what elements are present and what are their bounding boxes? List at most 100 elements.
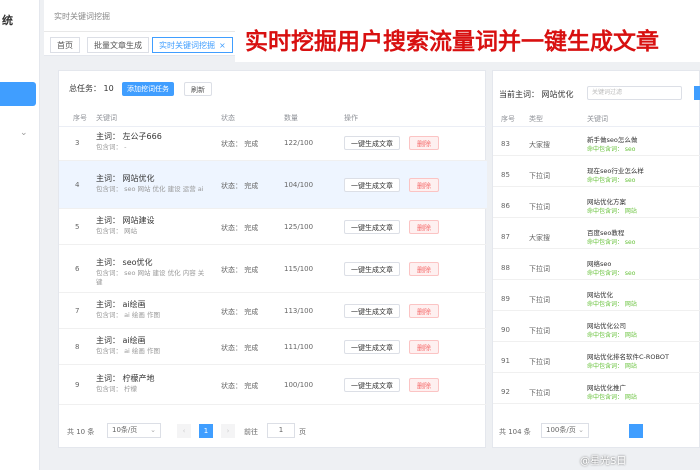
table-row[interactable]: 6 主词： seo优化 包含词： seo 网站 建设 优化 内容 关键 状态： 完成 1…	[59, 245, 487, 293]
task-total: 总任务： 10	[69, 84, 114, 93]
tab-batch-article[interactable]: 批量文章生成	[87, 37, 149, 53]
keyword-row[interactable]: 87 大家搜 百度seo教程 命中包含词： seo	[493, 224, 700, 249]
goto-unit: 页	[299, 428, 306, 436]
tab-keyword-mining[interactable]: 实时关键词挖掘 ×	[152, 37, 233, 53]
keyword-panel: 当前主词： 网站优化 关键词过滤 序号 类型 关键词 83 大家搜 新手做seo怎么…	[492, 70, 700, 448]
keyword-row-hit-tag: 命中包含词： seo	[587, 177, 636, 184]
table-row[interactable]: 3 主词： 左公子666 包含词： - 状态： 完成 122/100 一键生成文章 删除	[59, 129, 487, 161]
generate-article-button[interactable]: 一键生成文章	[344, 262, 400, 276]
sidebar-item-active[interactable]	[0, 82, 36, 106]
tab-label: 实时关键词挖掘	[159, 41, 215, 50]
row-include-words: 包含词： seo 网站 建设 优化 内容 关键	[96, 269, 205, 286]
row-index: 3	[75, 139, 80, 147]
delete-button[interactable]: 删除	[409, 262, 439, 276]
task-rows: 3 主词： 左公子666 包含词： - 状态： 完成 122/100 一键生成文章 删除 4 主…	[59, 129, 487, 415]
keyword-current-page[interactable]	[629, 424, 643, 438]
add-task-button[interactable]: 添加挖词任务	[122, 82, 174, 96]
row-index: 6	[75, 265, 80, 273]
row-count: 125/100	[284, 223, 314, 231]
delete-button[interactable]: 删除	[409, 136, 439, 150]
keyword-row-text: 新手做seo怎么做	[587, 136, 638, 144]
row-index: 4	[75, 181, 80, 189]
keyword-row-text: 网站优化公司	[587, 322, 626, 330]
row-count: 113/100	[284, 307, 314, 315]
table-row[interactable]: 9 主词： 柠檬产地 包含词： 柠檬 状态： 完成 100/100 一键生成文章 删除	[59, 365, 487, 405]
table-row[interactable]: 5 主词： 网站建设 包含词： 网站 状态： 完成 125/100 一键生成文章 删除	[59, 209, 487, 245]
row-index: 5	[75, 223, 80, 231]
keyword-row-index: 89	[501, 295, 510, 303]
generate-article-button[interactable]: 一键生成文章	[344, 136, 400, 150]
keyword-row-type: 下拉词	[529, 389, 550, 397]
row-include-words: 包含词： 柠檬	[96, 385, 138, 393]
row-index: 7	[75, 307, 80, 315]
keyword-row-text: 网站优化	[587, 291, 613, 299]
search-button[interactable]	[694, 86, 700, 100]
keyword-row[interactable]: 91 下拉词 网站优化排名软件C-ROBOT 命中包含词： 网站	[493, 348, 700, 373]
next-page-button[interactable]: ›	[221, 424, 235, 438]
overlay-banner: 实时挖掘用户搜索流量词并一键生成文章	[235, 22, 700, 62]
row-status: 状态： 完成	[221, 140, 259, 148]
generate-article-button[interactable]: 一键生成文章	[344, 378, 400, 392]
keyword-row-type: 下拉词	[529, 172, 550, 180]
keyword-row[interactable]: 89 下拉词 网站优化命中包含词： 网站	[493, 286, 700, 311]
row-status: 状态： 完成	[221, 308, 259, 316]
chevron-down-icon[interactable]: ⌄	[20, 128, 28, 138]
generate-article-button[interactable]: 一键生成文章	[344, 304, 400, 318]
row-include-words: 包含词： -	[96, 143, 127, 151]
keyword-page-size-value: 100条/页	[546, 426, 576, 434]
keyword-row[interactable]: 86 下拉词 网站优化方案 命中包含词： 网站	[493, 193, 700, 218]
goto-page-input[interactable]: 1	[267, 423, 295, 438]
current-main-word: 当前主词： 网站优化	[499, 90, 574, 99]
delete-button[interactable]: 删除	[409, 178, 439, 192]
keyword-row-hit-tag: 命中包含词： 网站	[587, 301, 637, 308]
keyword-pagination-total: 共 104 条	[499, 428, 531, 436]
keyword-row-text: 网络seo	[587, 260, 612, 268]
row-index: 8	[75, 343, 80, 351]
row-status: 状态： 完成	[221, 344, 259, 352]
keyword-row-hit-tag: 命中包含词： seo	[587, 270, 636, 277]
keyword-row[interactable]: 83 大家搜 新手做seo怎么做 命中包含词： seo	[493, 131, 700, 156]
keyword-row[interactable]: 85 下拉词 现在seo行业怎么样 命中包含词： seo	[493, 162, 700, 187]
row-main-word: 主词： ai绘画	[96, 300, 146, 309]
tab-home[interactable]: 首页	[50, 37, 80, 53]
page-size-value: 10条/页	[112, 426, 138, 434]
col-index: 序号	[501, 115, 515, 123]
row-count: 104/100	[284, 181, 314, 189]
pagination-total: 共 10 条	[67, 428, 95, 436]
prev-page-button[interactable]: ‹	[177, 424, 191, 438]
delete-button[interactable]: 删除	[409, 378, 439, 392]
keyword-row-hit-tag: 命中包含词： 网站	[587, 363, 637, 370]
keyword-page-size-select[interactable]: 100条/页 ⌄	[541, 423, 589, 438]
close-icon[interactable]: ×	[219, 41, 226, 50]
current-page[interactable]: 1	[199, 424, 213, 438]
delete-button[interactable]: 删除	[409, 340, 439, 354]
row-status: 状态： 完成	[221, 382, 259, 390]
table-row[interactable]: 8 主词： ai绘画 包含词： ai 绘画 作图 状态： 完成 111/100 一键生成文…	[59, 329, 487, 365]
delete-button[interactable]: 删除	[409, 304, 439, 318]
row-main-word: 主词： 柠檬产地	[96, 374, 155, 383]
keyword-row-index: 86	[501, 202, 510, 210]
goto-label: 前往	[244, 428, 258, 436]
row-count: 122/100	[284, 139, 314, 147]
table-row[interactable]: 4 主词： 网站优化 包含词： seo 网站 优化 建设 运营 ai 状态： 完成 10…	[59, 161, 487, 209]
keyword-row-type: 下拉词	[529, 296, 550, 304]
table-row[interactable]: 7 主词： ai绘画包含词： ai 绘画 作图 状态： 完成 113/100 一键生成文…	[59, 293, 487, 329]
generate-article-button[interactable]: 一键生成文章	[344, 220, 400, 234]
keyword-row-type: 下拉词	[529, 203, 550, 211]
keyword-row[interactable]: 92 下拉词 网站优化推广 命中包含词： 网站	[493, 379, 700, 404]
delete-button[interactable]: 删除	[409, 220, 439, 234]
keyword-row[interactable]: 90 下拉词 网站优化公司 命中包含词： 网站	[493, 317, 700, 342]
keyword-row-index: 88	[501, 264, 510, 272]
generate-article-button[interactable]: 一键生成文章	[344, 178, 400, 192]
row-status: 状态： 完成	[221, 182, 259, 190]
keyword-filter-input[interactable]: 关键词过滤	[587, 86, 682, 100]
page-size-select[interactable]: 10条/页 ⌄	[107, 423, 161, 438]
row-count: 111/100	[284, 343, 314, 351]
refresh-button[interactable]: 刷新	[184, 82, 212, 96]
col-keyword: 关键词	[96, 114, 117, 122]
keyword-table-header: 序号 类型 关键词	[493, 109, 700, 127]
keyword-row[interactable]: 88 下拉词 网络seo 命中包含词： seo	[493, 255, 700, 280]
row-include-words: 包含词： ai 绘画 作图	[96, 311, 160, 319]
row-include-words: 包含词： seo 网站 优化 建设 运营 ai	[96, 185, 204, 193]
generate-article-button[interactable]: 一键生成文章	[344, 340, 400, 354]
